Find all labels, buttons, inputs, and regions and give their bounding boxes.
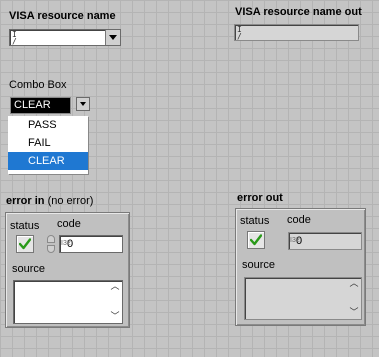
i32-icon: I32 <box>61 240 71 247</box>
chevron-down-icon <box>109 35 117 40</box>
error-in-code-field[interactable]: I32 0 <box>59 235 123 253</box>
error-out-code-label: code <box>287 214 311 226</box>
error-in-source-label: source <box>12 263 46 275</box>
error-out-status-label: status <box>240 215 270 227</box>
error-in-source-field[interactable]: ︿ ﹀ <box>13 280 123 324</box>
visa-in-label: VISA resource name <box>9 10 116 22</box>
visa-in-field[interactable]: I / <box>9 29 121 46</box>
error-in-cluster: status code I32 0 source ︿ ﹀ <box>5 212 130 328</box>
combo-label: Combo Box <box>9 79 67 91</box>
combo-option-clear[interactable]: CLEAR <box>8 152 88 170</box>
error-out-status-indicator <box>247 231 265 249</box>
combo-dropdown-list: PASS FAIL CLEAR <box>8 116 88 174</box>
error-in-title-suffix: (no error) <box>47 195 94 207</box>
error-out-title: error out <box>237 192 283 204</box>
combo-input[interactable]: CLEAR <box>10 97 71 114</box>
chevron-up-icon[interactable]: ︿ <box>349 279 358 289</box>
check-icon <box>250 234 262 246</box>
spin-up-icon[interactable] <box>47 235 55 243</box>
i32-icon: I32 <box>290 237 300 244</box>
visa-in-dropdown-button[interactable] <box>105 30 120 45</box>
error-in-status-checkbox[interactable] <box>16 235 34 253</box>
check-icon <box>19 238 31 250</box>
error-in-title: error in (no error) <box>6 195 93 207</box>
spin-down-icon[interactable] <box>47 245 55 253</box>
io-icon: I / <box>237 25 242 41</box>
error-in-source-scrollbar[interactable]: ︿ ﹀ <box>109 282 121 322</box>
chevron-up-icon[interactable]: ︿ <box>110 282 119 292</box>
combo-option-fail[interactable]: FAIL <box>8 134 88 152</box>
error-out-code-field: I32 0 <box>288 232 362 250</box>
error-out-source-scrollbar[interactable]: ︿ ﹀ <box>348 279 360 318</box>
io-icon: I / <box>12 30 17 46</box>
error-in-status-label: status <box>10 220 40 232</box>
visa-out-field: I / <box>234 24 359 41</box>
error-out-source-label: source <box>242 259 276 271</box>
combo-option-pass[interactable]: PASS <box>8 116 88 134</box>
error-out-cluster: status code I32 0 source ︿ ﹀ <box>235 208 366 326</box>
chevron-down-icon <box>80 102 86 106</box>
error-in-code-spinner[interactable] <box>46 235 56 253</box>
error-out-source-field: ︿ ﹀ <box>244 277 362 320</box>
combo-dropdown-button[interactable] <box>76 97 90 111</box>
error-in-title-text: error in <box>6 195 45 207</box>
chevron-down-icon[interactable]: ﹀ <box>110 312 119 322</box>
chevron-down-icon[interactable]: ﹀ <box>349 308 358 318</box>
visa-out-label: VISA resource name out <box>235 6 362 18</box>
error-in-code-label: code <box>57 218 81 230</box>
